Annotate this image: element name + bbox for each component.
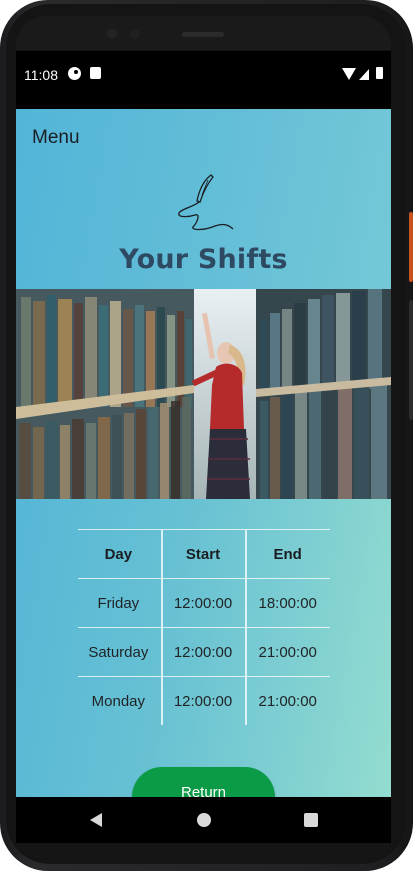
cell-day: Monday (91, 692, 146, 710)
return-button[interactable]: Return (132, 767, 275, 797)
recents-icon[interactable] (304, 813, 318, 827)
volume-button (409, 300, 413, 420)
earpiece-speaker (182, 32, 224, 37)
cell-start: 12:00:00 (173, 594, 233, 612)
menu-button[interactable]: Menu (32, 127, 80, 149)
system-nav-bar (16, 797, 391, 843)
cell-end: 18:00:00 (258, 594, 317, 612)
cell-end: 21:00:00 (258, 692, 317, 710)
status-bar: 11:08 (16, 51, 391, 109)
cell-day: Friday (97, 594, 140, 612)
battery-icon (376, 67, 383, 79)
status-time: 11:08 (24, 67, 58, 83)
screen: 11:08 Menu Your Shifts Day Start End Fri… (16, 51, 391, 797)
table-header-row: Day Start End (78, 529, 330, 578)
wifi-icon (342, 68, 356, 80)
app-content: Menu Your Shifts Day Start End Friday 12… (16, 109, 391, 797)
quill-logo-icon (178, 174, 234, 231)
power-button (409, 212, 413, 282)
sensor (130, 29, 140, 39)
column-header-day: Day (104, 545, 133, 563)
table-row: Saturday 12:00:00 21:00:00 (78, 627, 330, 676)
sim-icon (90, 67, 101, 79)
cell-end: 21:00:00 (258, 643, 317, 661)
bottom-bezel (16, 843, 391, 857)
notification-icon (68, 67, 81, 80)
column-header-end: End (273, 545, 302, 563)
library-photo (16, 289, 391, 499)
cell-start: 12:00:00 (173, 643, 233, 661)
page-title: Your Shifts (119, 244, 288, 275)
cell-day: Saturday (88, 643, 149, 661)
front-camera (104, 26, 120, 42)
back-icon[interactable] (90, 813, 102, 827)
signal-icon (359, 69, 369, 80)
table-row: Monday 12:00:00 21:00:00 (78, 676, 330, 725)
home-icon[interactable] (197, 813, 211, 827)
column-header-start: Start (185, 545, 221, 563)
cell-start: 12:00:00 (173, 692, 233, 710)
shifts-table: Day Start End Friday 12:00:00 18:00:00 S… (78, 529, 330, 725)
table-row: Friday 12:00:00 18:00:00 (78, 578, 330, 627)
